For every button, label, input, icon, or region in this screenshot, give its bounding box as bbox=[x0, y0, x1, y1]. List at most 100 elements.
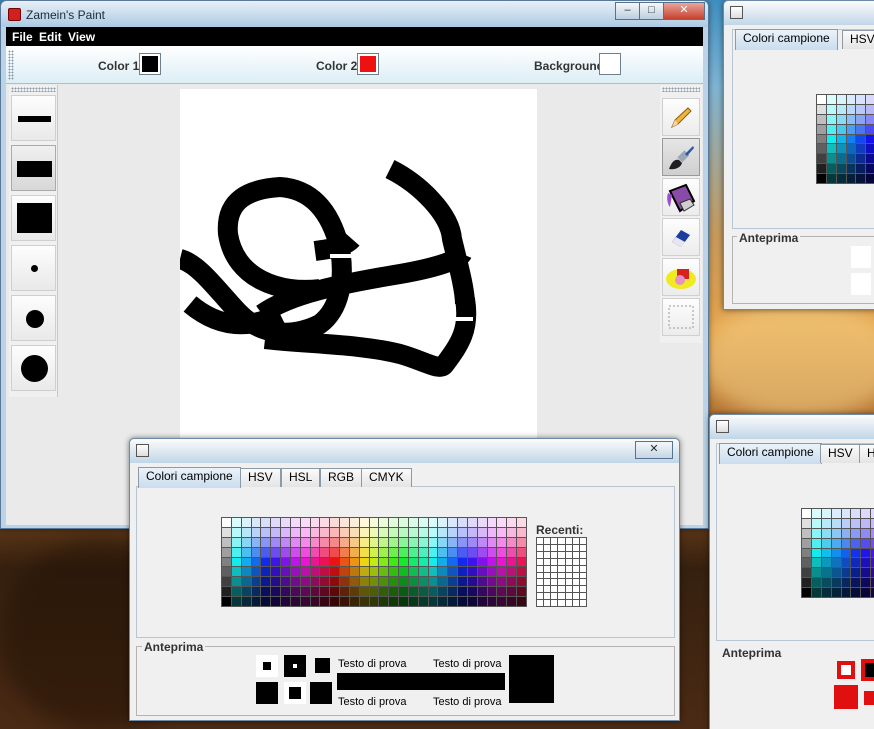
menu-file[interactable]: File bbox=[12, 30, 33, 44]
color-swatch[interactable] bbox=[418, 577, 428, 587]
color2-swatch[interactable] bbox=[357, 53, 379, 75]
color-swatch[interactable] bbox=[861, 509, 871, 518]
color-swatch[interactable] bbox=[369, 537, 379, 547]
color-swatch[interactable] bbox=[572, 544, 579, 551]
color-swatch[interactable] bbox=[487, 577, 497, 587]
color-swatch[interactable] bbox=[310, 597, 320, 606]
color-swatch[interactable] bbox=[281, 547, 290, 557]
color-swatch[interactable] bbox=[231, 527, 241, 537]
color-swatch[interactable] bbox=[497, 527, 507, 537]
color-swatch[interactable] bbox=[851, 568, 861, 578]
color-swatch[interactable] bbox=[290, 527, 300, 537]
color-swatch[interactable] bbox=[861, 568, 871, 578]
close-button[interactable]: ✕ bbox=[663, 2, 705, 20]
color-swatch[interactable] bbox=[831, 518, 841, 528]
color-swatch[interactable] bbox=[330, 537, 340, 547]
color-swatch[interactable] bbox=[497, 537, 507, 547]
color-swatch[interactable] bbox=[861, 518, 871, 528]
color-swatch[interactable] bbox=[222, 577, 231, 587]
color-swatch[interactable] bbox=[340, 527, 349, 537]
color-swatch[interactable] bbox=[271, 518, 281, 527]
color-swatch[interactable] bbox=[408, 577, 418, 587]
color-swatch[interactable] bbox=[379, 547, 389, 557]
color-swatch[interactable] bbox=[340, 587, 349, 597]
color-swatch[interactable] bbox=[330, 587, 340, 597]
color-swatch[interactable] bbox=[290, 537, 300, 547]
color-swatch[interactable] bbox=[320, 557, 330, 567]
color-swatch[interactable] bbox=[817, 144, 826, 154]
color-swatch[interactable] bbox=[300, 537, 310, 547]
color-swatch[interactable] bbox=[359, 587, 369, 597]
color-swatch[interactable] bbox=[438, 597, 448, 606]
color-swatch[interactable] bbox=[537, 565, 544, 572]
color-swatch[interactable] bbox=[821, 528, 831, 538]
color-swatch[interactable] bbox=[836, 134, 846, 144]
color-swatch[interactable] bbox=[831, 548, 841, 558]
color-swatch[interactable] bbox=[222, 587, 231, 597]
color-swatch[interactable] bbox=[428, 567, 438, 577]
color-swatch[interactable] bbox=[565, 586, 572, 593]
color-swatch[interactable] bbox=[241, 557, 251, 567]
color-swatch[interactable] bbox=[251, 557, 261, 567]
swatch-grid[interactable] bbox=[816, 94, 874, 184]
color-swatch[interactable] bbox=[544, 572, 551, 579]
color-swatch[interactable] bbox=[517, 547, 526, 557]
color-swatch[interactable] bbox=[359, 557, 369, 567]
color-swatch[interactable] bbox=[517, 527, 526, 537]
color-swatch[interactable] bbox=[579, 544, 586, 551]
color-swatch[interactable] bbox=[340, 577, 349, 587]
color-swatch[interactable] bbox=[349, 587, 359, 597]
color-swatch[interactable] bbox=[507, 597, 517, 606]
color-swatch[interactable] bbox=[866, 174, 874, 183]
color-swatch[interactable] bbox=[379, 567, 389, 577]
color-swatch[interactable] bbox=[359, 567, 369, 577]
color-swatch[interactable] bbox=[477, 518, 487, 527]
color-swatch[interactable] bbox=[537, 586, 544, 593]
color-swatch[interactable] bbox=[300, 527, 310, 537]
color-swatch[interactable] bbox=[551, 586, 558, 593]
color-swatch[interactable] bbox=[507, 577, 517, 587]
color-swatch[interactable] bbox=[349, 547, 359, 557]
color-swatch[interactable] bbox=[271, 577, 281, 587]
color-swatch[interactable] bbox=[811, 538, 821, 548]
color-swatch[interactable] bbox=[389, 587, 399, 597]
color-swatch[interactable] bbox=[558, 551, 565, 558]
color-swatch[interactable] bbox=[579, 551, 586, 558]
color-swatch[interactable] bbox=[359, 518, 369, 527]
color-swatch[interactable] bbox=[811, 578, 821, 588]
color-swatch[interactable] bbox=[846, 95, 856, 104]
color-swatch[interactable] bbox=[551, 579, 558, 586]
color-swatch[interactable] bbox=[281, 567, 290, 577]
color-swatch[interactable] bbox=[544, 593, 551, 600]
color-swatch[interactable] bbox=[290, 557, 300, 567]
color-swatch[interactable] bbox=[831, 558, 841, 568]
color-swatch[interactable] bbox=[861, 578, 871, 588]
color-swatch[interactable] bbox=[821, 548, 831, 558]
color-swatch[interactable] bbox=[836, 154, 846, 164]
color-swatch[interactable] bbox=[251, 597, 261, 606]
color-swatch[interactable] bbox=[261, 527, 271, 537]
color-swatch[interactable] bbox=[290, 547, 300, 557]
color-swatch[interactable] bbox=[458, 547, 467, 557]
color-swatch[interactable] bbox=[817, 95, 826, 104]
color-swatch[interactable] bbox=[477, 537, 487, 547]
color-swatch[interactable] bbox=[467, 527, 477, 537]
color-swatch[interactable] bbox=[817, 114, 826, 124]
color-swatch[interactable] bbox=[241, 587, 251, 597]
color-swatch[interactable] bbox=[866, 154, 874, 164]
color-swatch[interactable] bbox=[231, 567, 241, 577]
color-swatch[interactable] bbox=[241, 547, 251, 557]
color-swatch[interactable] bbox=[836, 95, 846, 104]
color-swatch[interactable] bbox=[418, 518, 428, 527]
color-swatch[interactable] bbox=[565, 572, 572, 579]
color-swatch[interactable] bbox=[817, 134, 826, 144]
color-swatch[interactable] bbox=[866, 144, 874, 154]
color-swatch[interactable] bbox=[572, 558, 579, 565]
pencil-tool-button[interactable] bbox=[662, 98, 700, 136]
color-swatch[interactable] bbox=[458, 557, 467, 567]
color-swatch[interactable] bbox=[320, 547, 330, 557]
color-swatch[interactable] bbox=[507, 518, 517, 527]
color-swatch[interactable] bbox=[851, 548, 861, 558]
color-swatch[interactable] bbox=[290, 518, 300, 527]
color-swatch[interactable] bbox=[544, 586, 551, 593]
